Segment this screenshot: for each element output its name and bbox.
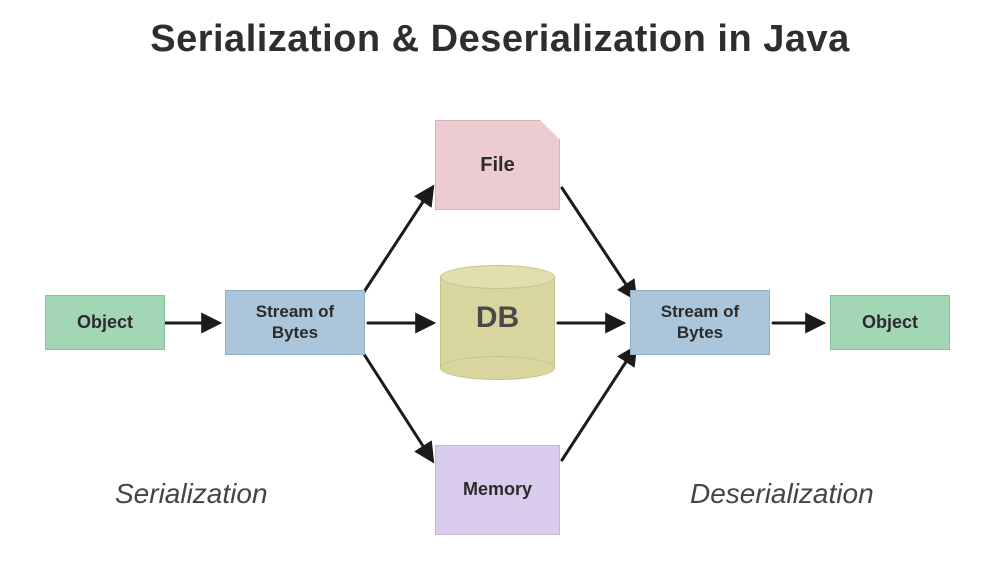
node-label: Stream of Bytes	[256, 302, 334, 343]
diagram-stage: Serialization & Deserialization in Java …	[0, 0, 1000, 583]
node-label: File	[480, 153, 514, 177]
node-stream-of-bytes-left: Stream of Bytes	[225, 290, 365, 355]
node-label: Object	[862, 312, 918, 334]
caption-deserialization: Deserialization	[690, 478, 874, 510]
db-bottom-ellipse	[440, 356, 555, 380]
node-database: DB	[440, 265, 555, 380]
node-object-left: Object	[45, 295, 165, 350]
arrow-stream_left-to-memory	[360, 348, 432, 460]
node-memory: Memory	[435, 445, 560, 535]
caption-serialization: Serialization	[115, 478, 268, 510]
node-label: Stream of Bytes	[661, 302, 739, 343]
node-stream-of-bytes-right: Stream of Bytes	[630, 290, 770, 355]
arrow-memory-to-stream_right	[562, 348, 635, 460]
page-title: Serialization & Deserialization in Java	[0, 18, 1000, 61]
node-label: Memory	[463, 479, 532, 501]
arrow-stream_left-to-file	[360, 188, 432, 298]
arrow-file-to-stream_right	[562, 188, 635, 298]
db-top-ellipse	[440, 265, 555, 289]
node-file: File	[435, 120, 560, 210]
node-label: Object	[77, 312, 133, 334]
node-label: DB	[440, 301, 555, 335]
node-object-right: Object	[830, 295, 950, 350]
